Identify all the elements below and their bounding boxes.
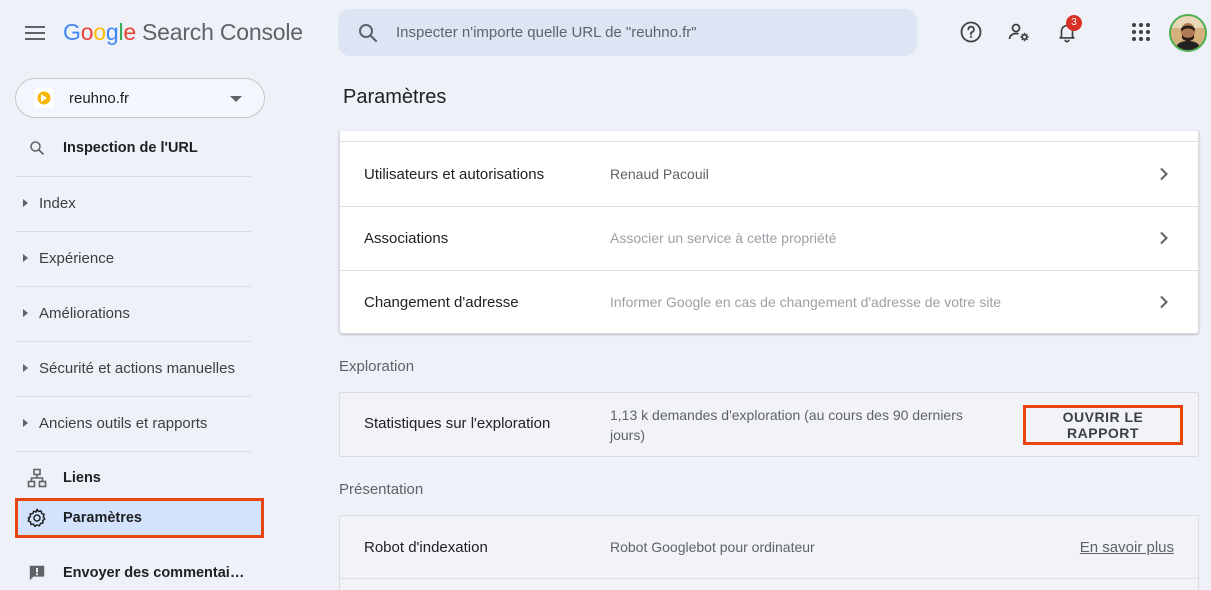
- help-button[interactable]: [958, 19, 984, 45]
- row-title: Associations: [364, 229, 449, 247]
- row-description: 1,13 k demandes d'exploration (au cours …: [610, 405, 963, 445]
- notification-badge: 3: [1066, 15, 1082, 31]
- sidebar-group-label: Améliorations: [39, 304, 130, 322]
- url-inspection-search[interactable]: [338, 9, 917, 56]
- hamburger-icon: [25, 26, 45, 40]
- apps-grid-icon: [1132, 23, 1150, 41]
- account-avatar[interactable]: [1169, 14, 1207, 52]
- description-line: jours): [610, 427, 646, 443]
- expand-arrow-icon: [23, 254, 28, 262]
- top-bar: GoogleSearch Console 3: [0, 0, 1211, 66]
- sidebar-item-label: Envoyer des commentai…: [63, 565, 245, 581]
- sidebar-group-experience[interactable]: Expérience: [15, 238, 251, 278]
- general-settings-card: Utilisateurs et autorisations Renaud Pac…: [339, 131, 1199, 334]
- feedback-icon: [25, 561, 49, 585]
- search-icon: [25, 136, 49, 160]
- sidebar-item-label: Liens: [63, 470, 101, 486]
- row-description: Associer un service à cette propriété: [610, 230, 837, 246]
- indexing-crawler-card: Robot d'indexation Robot Googlebot pour …: [339, 515, 1199, 590]
- sidebar-group-index[interactable]: Index: [15, 183, 251, 223]
- logo-letter: g: [105, 19, 119, 45]
- user-photo: [1171, 16, 1205, 50]
- chevron-right-icon: [1156, 230, 1172, 246]
- manage-users-button[interactable]: [1006, 19, 1032, 45]
- apps-button[interactable]: [1128, 19, 1154, 45]
- row-title: Changement d'adresse: [364, 293, 519, 311]
- product-name: Search Console: [142, 19, 303, 45]
- chevron-right-icon: [1156, 294, 1172, 310]
- main-menu-button[interactable]: [20, 18, 50, 48]
- sidebar-group-security[interactable]: Sécurité et actions manuelles: [15, 348, 251, 388]
- row-description: Robot Googlebot pour ordinateur: [610, 539, 815, 555]
- app-logo[interactable]: Google Search Console: [63, 19, 303, 46]
- sidebar-divider: [15, 396, 251, 397]
- sidebar-group-label: Expérience: [39, 249, 115, 267]
- sidebar-item-feedback[interactable]: Envoyer des commentai…: [15, 553, 251, 590]
- help-icon: [960, 21, 982, 43]
- row-title: Statistiques sur l'exploration: [364, 415, 551, 432]
- row-description: Renaud Pacouil: [610, 166, 709, 182]
- sidebar-divider: [15, 341, 251, 342]
- settings-row-indexing-crawler: Robot d'indexation Robot Googlebot pour …: [340, 516, 1198, 578]
- expand-arrow-icon: [23, 419, 28, 427]
- settings-row-associations[interactable]: Associations Associer un service à cette…: [340, 206, 1198, 270]
- crawl-stats-card: Statistiques sur l'exploration 1,13 k de…: [339, 392, 1199, 457]
- description-line: 1,13 k demandes d'exploration (au cours …: [610, 407, 963, 423]
- section-label-presentation: Présentation: [339, 481, 424, 498]
- search-input[interactable]: [396, 24, 876, 41]
- logo-letter: o: [80, 19, 94, 45]
- sidebar-item-label: Inspection de l'URL: [63, 140, 198, 156]
- sidebar-item-label: Paramètres: [63, 510, 142, 526]
- property-name: reuhno.fr: [69, 89, 130, 107]
- sidebar-group-label: Anciens outils et rapports: [39, 414, 208, 432]
- sidebar-divider: [15, 451, 251, 452]
- sidebar-item-links[interactable]: Liens: [15, 458, 251, 498]
- open-report-button[interactable]: OUVRIR LE RAPPORT: [1023, 405, 1183, 445]
- sidebar-item-settings[interactable]: Paramètres: [15, 498, 251, 538]
- row-divider: [340, 578, 1198, 579]
- sidebar-group-enhancements[interactable]: Améliorations: [15, 293, 251, 333]
- expand-arrow-icon: [23, 309, 28, 317]
- gear-icon: [25, 506, 49, 530]
- expand-arrow-icon: [23, 364, 28, 372]
- expand-arrow-icon: [23, 199, 28, 207]
- sidebar-divider: [15, 176, 251, 177]
- property-selector[interactable]: reuhno.fr: [15, 78, 265, 118]
- learn-more-link[interactable]: En savoir plus: [1080, 539, 1174, 556]
- search-icon: [359, 23, 378, 42]
- sidebar-item-url-inspection[interactable]: Inspection de l'URL: [15, 128, 251, 168]
- sidebar-group-label: Index: [39, 194, 76, 212]
- sidebar-group-legacy-tools[interactable]: Anciens outils et rapports: [15, 403, 251, 443]
- section-label-crawling: Exploration: [339, 358, 415, 375]
- sitemap-icon: [25, 466, 49, 490]
- logo-letter: G: [63, 19, 81, 45]
- sidebar-divider: [15, 286, 251, 287]
- sidebar-group-label: Sécurité et actions manuelles: [39, 359, 235, 377]
- logo-letter: e: [123, 19, 136, 45]
- page-title: Paramètres: [343, 86, 447, 108]
- row-title: Utilisateurs et autorisations: [364, 165, 545, 183]
- logo-letter: o: [93, 19, 106, 45]
- row-title: Robot d'indexation: [364, 538, 488, 556]
- row-description: Informer Google en cas de changement d'a…: [610, 294, 1002, 310]
- settings-row-change-of-address[interactable]: Changement d'adresse Informer Google en …: [340, 270, 1198, 334]
- person-settings-icon: [1008, 23, 1029, 42]
- property-favicon: [34, 88, 54, 108]
- chevron-right-icon: [1156, 166, 1172, 182]
- settings-row-users[interactable]: Utilisateurs et autorisations Renaud Pac…: [340, 142, 1198, 206]
- dropdown-caret-icon: [230, 96, 242, 102]
- sidebar-divider: [15, 231, 251, 232]
